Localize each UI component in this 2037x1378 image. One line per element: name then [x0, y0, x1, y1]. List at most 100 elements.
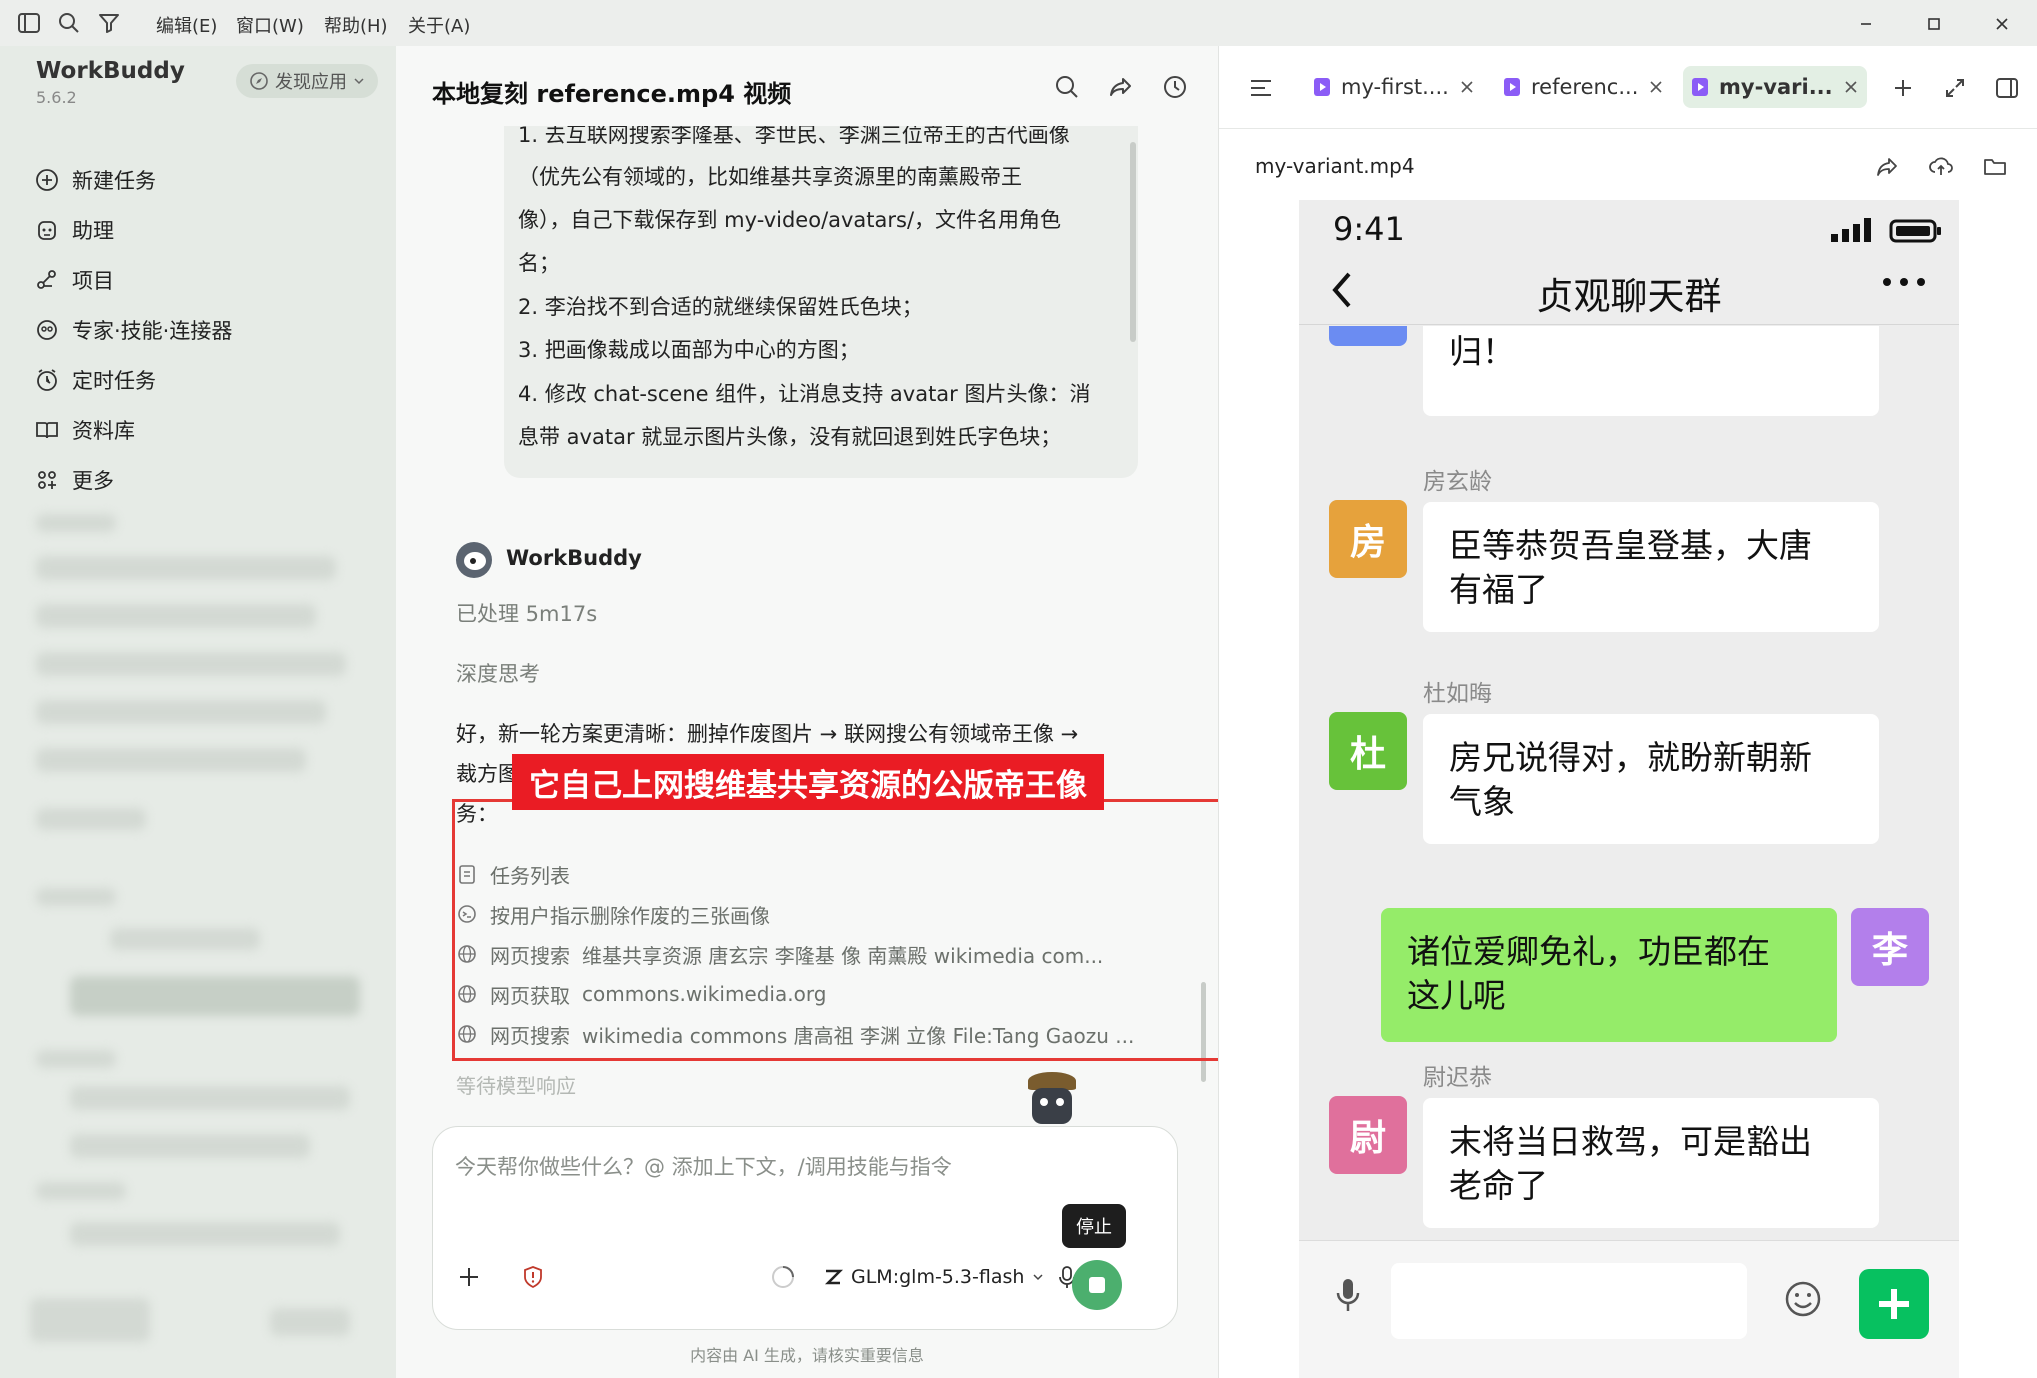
battery-icon — [1889, 219, 1941, 243]
add-button[interactable] — [1859, 1269, 1929, 1339]
discover-apps-button[interactable]: 发现应用 — [236, 64, 378, 98]
add-icon[interactable] — [455, 1263, 483, 1291]
model-selector[interactable]: GLM:glm-5.3-flash — [823, 1263, 1044, 1291]
close-icon[interactable] — [1648, 79, 1664, 95]
upload-cloud-icon[interactable] — [1927, 152, 1955, 180]
panel-toggle-icon[interactable] — [1993, 74, 2021, 102]
video-file-icon — [1692, 78, 1708, 96]
avatar: 杜 — [1329, 712, 1407, 790]
shield-alert-icon[interactable] — [519, 1263, 547, 1291]
quote-line: 4. 修改 chat-scene 组件，让消息支持 avatar 图片头像：消 — [518, 382, 1091, 406]
blurred-history-item[interactable] — [36, 556, 336, 580]
expert-icon — [37, 320, 57, 340]
blurred-history-item[interactable] — [36, 604, 316, 628]
more-dots-icon[interactable] — [1879, 272, 1929, 292]
blurred-history-item[interactable] — [70, 1086, 350, 1110]
message-bubble: 房兄说得对，就盼新朝新 气象 — [1423, 714, 1879, 844]
message-text: 末将当日救驾，可是豁出 — [1449, 1122, 1812, 1161]
tab-reference[interactable]: referenc... — [1495, 66, 1672, 108]
menu-edit[interactable]: 编辑(E) — [156, 12, 217, 38]
mascot-illustration — [1014, 1072, 1088, 1128]
nav-scheduled[interactable]: 定时任务 — [34, 360, 374, 400]
blurred-history-item[interactable] — [36, 700, 326, 724]
nav-label: 项目 — [72, 269, 114, 293]
blurred-settings[interactable] — [270, 1308, 350, 1336]
nav-label: 专家·技能·连接器 — [72, 319, 233, 343]
blurred-history-item[interactable] — [36, 808, 146, 830]
nav-label: 助理 — [72, 219, 114, 243]
filter-icon[interactable] — [96, 10, 122, 36]
minimize-icon[interactable] — [1852, 10, 1880, 38]
nav-expert-skills[interactable]: 专家·技能·连接器 — [34, 310, 374, 350]
blurred-user-profile[interactable] — [30, 1298, 150, 1342]
preview-file-name: my-variant.mp4 — [1255, 154, 1415, 178]
quote-scrollbar[interactable] — [1130, 142, 1136, 342]
nav-more[interactable]: 更多 — [34, 460, 374, 500]
phone-preview: 9:41 贞观聊天群 归！ 房玄龄 房 臣等恭贺吾皇登基，大唐 有福了 杜如晦 … — [1299, 200, 1959, 1378]
emoji-icon[interactable] — [1783, 1279, 1823, 1319]
maximize-icon[interactable] — [1920, 10, 1948, 38]
blurred-history-item[interactable] — [70, 1134, 310, 1158]
close-icon[interactable] — [1988, 10, 2016, 38]
nav-label: 新建任务 — [72, 169, 156, 193]
tab-my-variant[interactable]: my-vari... — [1683, 66, 1867, 108]
sender-name: 房玄龄 — [1423, 469, 1492, 495]
blurred-history-item[interactable] — [36, 652, 346, 676]
blurred-history-item[interactable] — [36, 748, 306, 772]
schedule-icon — [37, 369, 57, 391]
expand-icon[interactable] — [1941, 74, 1969, 102]
close-icon[interactable] — [1459, 79, 1475, 95]
menu-help[interactable]: 帮助(H) — [324, 12, 388, 38]
nav-label: 更多 — [72, 469, 114, 493]
stop-button[interactable] — [1072, 1260, 1122, 1310]
phone-text-input[interactable] — [1391, 1263, 1747, 1339]
share-icon[interactable] — [1873, 152, 1901, 180]
avatar: 尉 — [1329, 1096, 1407, 1174]
close-icon[interactable] — [1843, 79, 1859, 95]
list-icon[interactable] — [1247, 74, 1275, 102]
tab-my-first[interactable]: my-first.... — [1305, 66, 1483, 108]
quote-line: （优先公有领域的，比如维基共享资源里的南薰殿帝王 — [518, 165, 1022, 189]
search-icon[interactable] — [1052, 72, 1082, 102]
nav-label: 定时任务 — [72, 369, 156, 393]
nav-project[interactable]: 项目 — [34, 260, 374, 300]
preview-panel: my-first.... referenc... my-vari... my-v… — [1218, 46, 2037, 1378]
stop-icon — [1089, 1277, 1105, 1293]
folder-icon[interactable] — [1981, 152, 2009, 180]
tab-label: referenc... — [1531, 75, 1639, 99]
reply-line: 好，新一轮方案更清晰：删掉作废图片 → 联网搜公有领域帝王像 → — [456, 722, 1079, 746]
reply-line: 裁方图 — [456, 762, 519, 786]
blurred-history-item[interactable] — [70, 1222, 340, 1246]
zhipu-logo-icon — [824, 1269, 843, 1285]
waiting-status: 等待模型响应 — [456, 1074, 576, 1098]
signal-icon — [1831, 218, 1871, 242]
menu-about[interactable]: 关于(A) — [408, 12, 470, 38]
message-text: 房兄说得对，就盼新朝新 — [1449, 738, 1812, 777]
message-input[interactable]: 今天帮你做些什么？@ 添加上下文，/调用技能与指令 — [455, 1151, 952, 1181]
blurred-history-item[interactable] — [70, 976, 360, 1016]
quote-line: 1. 去互联网搜索李隆基、李世民、李渊三位帝王的古代画像 — [518, 126, 1070, 147]
plus-icon — [1879, 1289, 1909, 1319]
stop-tooltip: 停止 — [1062, 1204, 1126, 1248]
sidebar-toggle-icon[interactable] — [16, 10, 42, 36]
history-icon[interactable] — [1160, 72, 1190, 102]
page-title: 本地复刻 reference.mp4 视频 — [432, 80, 792, 108]
bot-avatar — [456, 542, 492, 578]
share-icon[interactable] — [1106, 72, 1136, 102]
message-bubble: 末将当日救驾，可是豁出 老命了 — [1423, 1098, 1879, 1228]
chat-group-title: 贞观聊天群 — [1536, 275, 1722, 318]
nav-new-task[interactable]: 新建任务 — [34, 160, 374, 200]
message-bubble-self: 诸位爱卿免礼，功臣都在 这儿呢 — [1381, 908, 1837, 1042]
message-text: 有福了 — [1449, 570, 1548, 609]
message-text: 老命了 — [1449, 1166, 1548, 1205]
nav-library[interactable]: 资料库 — [34, 410, 374, 450]
phone-time: 9:41 — [1333, 210, 1405, 248]
nav-assistant[interactable]: 助理 — [34, 210, 374, 250]
deep-think-toggle[interactable]: 深度思考 — [456, 658, 540, 688]
new-tab-icon[interactable] — [1889, 74, 1917, 102]
search-icon[interactable] — [56, 10, 82, 36]
microphone-icon[interactable] — [1333, 1275, 1363, 1315]
blurred-history-item[interactable] — [110, 928, 260, 950]
menu-window[interactable]: 窗口(W) — [236, 12, 304, 38]
phone-input-bar — [1299, 1240, 1959, 1378]
